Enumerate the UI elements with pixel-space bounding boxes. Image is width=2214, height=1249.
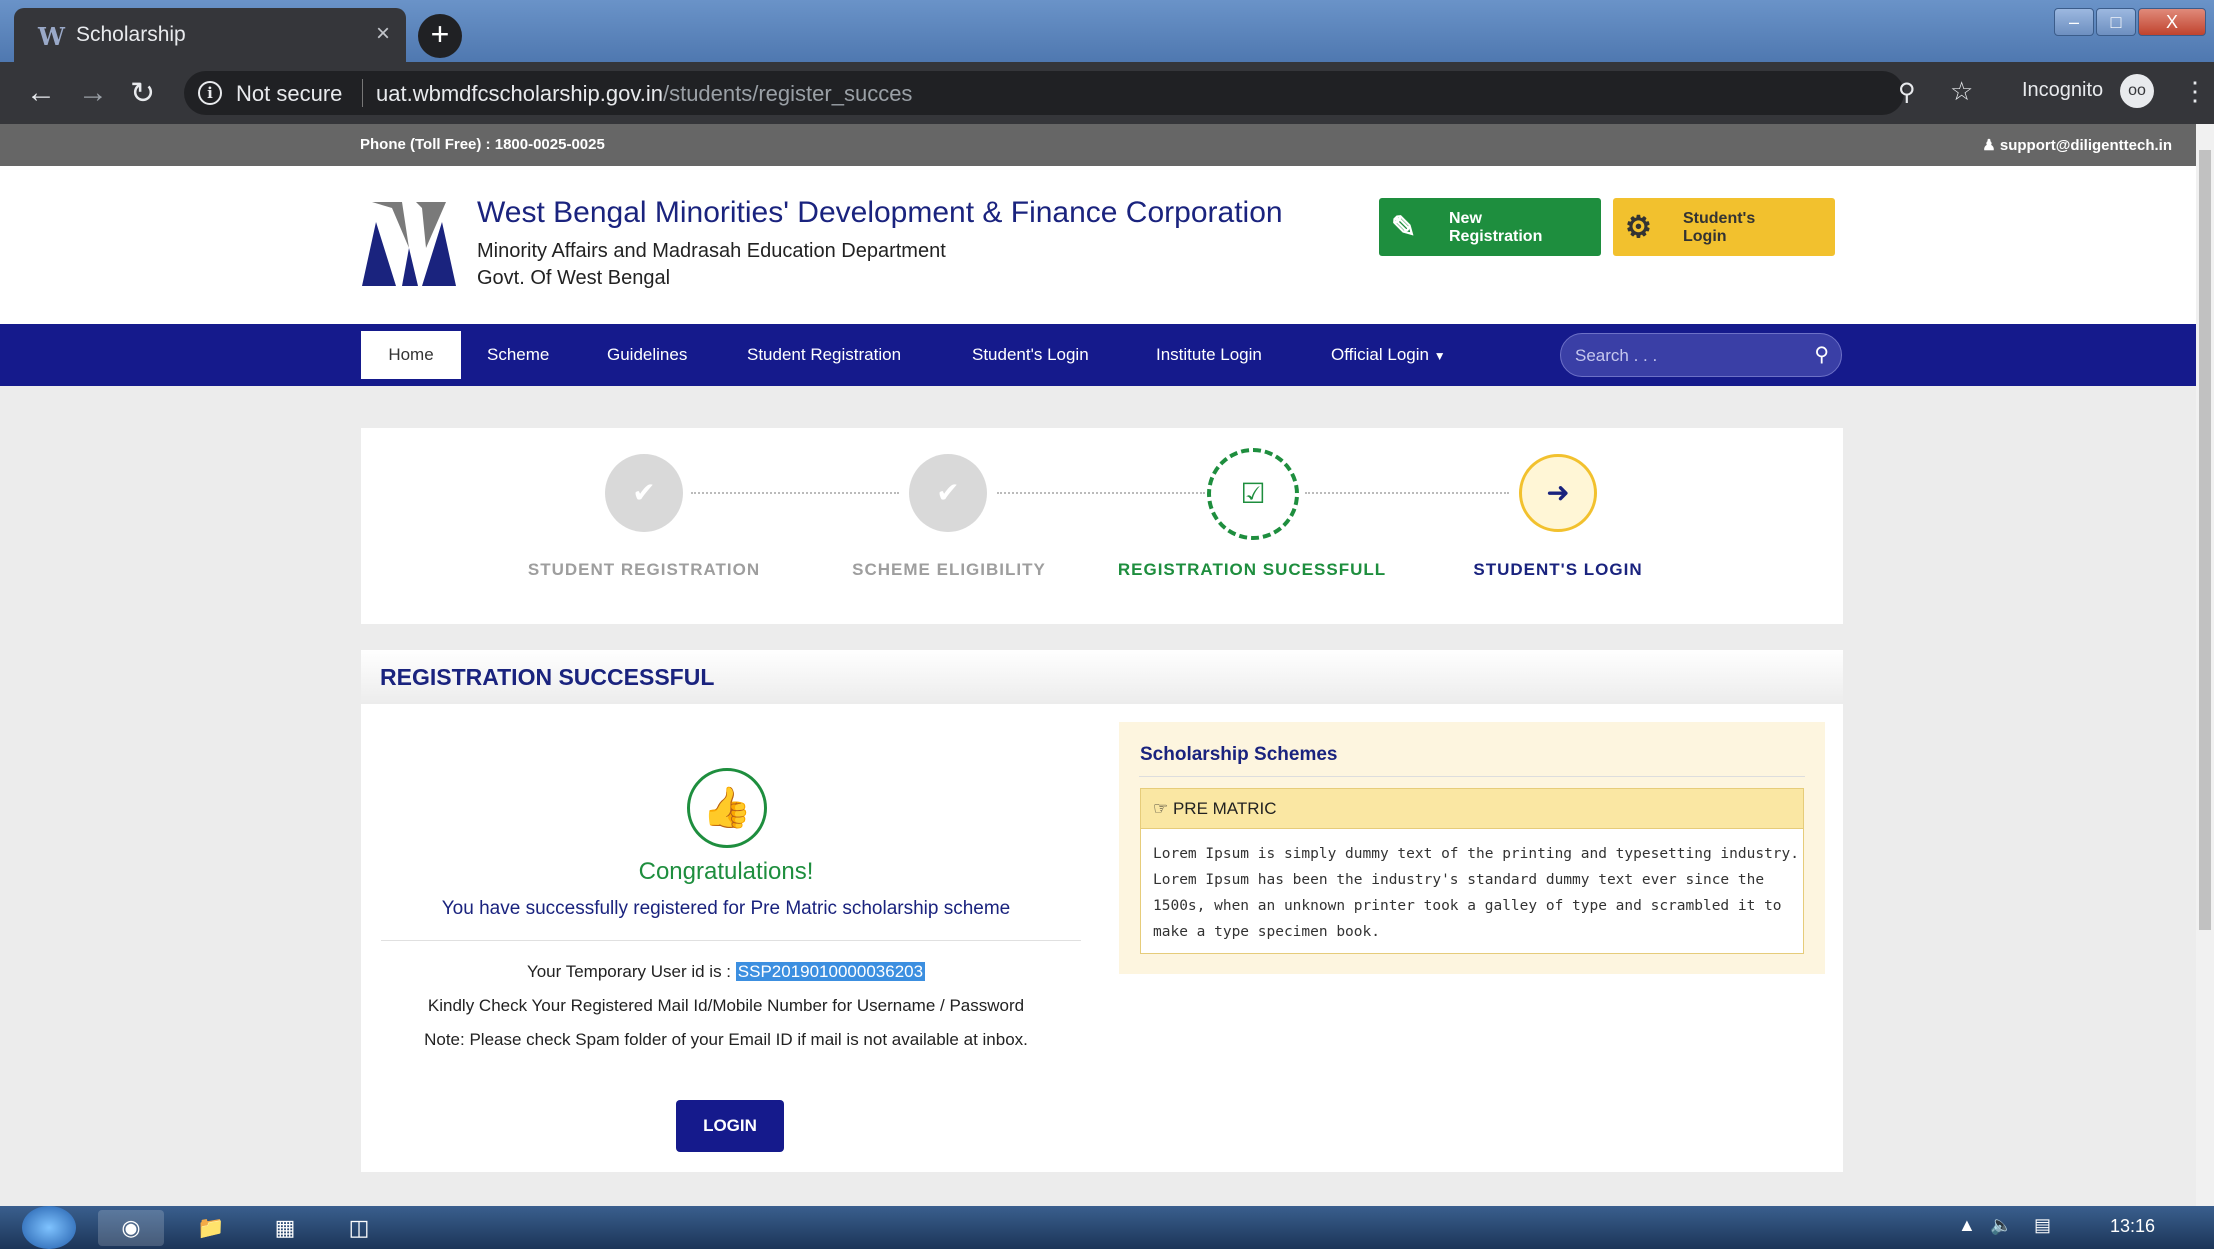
new-registration-button[interactable]: ✎ New Registration (1379, 198, 1601, 256)
login-button[interactable]: LOGIN (676, 1100, 784, 1152)
nav-official-login[interactable]: Official Login ▼ (1331, 324, 1446, 386)
scrollbar-thumb[interactable] (2199, 150, 2211, 930)
divider (362, 79, 363, 107)
registration-form-icon: ✎ (1391, 211, 1417, 244)
government-name: Govt. Of West Bengal (477, 267, 671, 289)
students-login-label: Student's Login (1683, 210, 1756, 245)
file-explorer-taskbar-icon[interactable]: 📁 (178, 1210, 244, 1246)
excel-taskbar-icon[interactable]: ◫ (326, 1210, 392, 1246)
windows-taskbar: ◉ 📁 ▦ ◫ ▲ 🔈 ▤ 13:16 (0, 1206, 2214, 1249)
scheme-item-title: PRE MATRIC (1172, 799, 1277, 818)
step-connector (1305, 492, 1509, 494)
result-heading: REGISTRATION SUCCESSFUL (380, 664, 715, 690)
scheme-item: ☞ PRE MATRIC Lorem Ipsum is simply dummy… (1140, 788, 1804, 954)
nav-students-login[interactable]: Student's Login (972, 324, 1089, 386)
site-header: West Bengal Minorities' Development & Fi… (0, 166, 2196, 324)
network-icon[interactable]: ▤ (2034, 1215, 2051, 1236)
zoom-icon[interactable]: ⚲ (1898, 78, 1916, 107)
scheme-item-description: Lorem Ipsum is simply dummy text of the … (1153, 846, 1800, 940)
nav-institute-login[interactable]: Institute Login (1156, 324, 1262, 386)
divider (1139, 776, 1805, 777)
scholarship-schemes-box: Scholarship Schemes ☞ PRE MATRIC Lorem I… (1119, 722, 1825, 974)
spam-note-text: Note: Please check Spam folder of your E… (424, 1030, 1028, 1049)
menu-kebab-icon[interactable]: ⋮ (2182, 76, 2208, 107)
support-email[interactable]: ♟ support@diligenttech.in (1982, 136, 2172, 154)
official-login-label: Official Login (1331, 345, 1429, 364)
minimize-window-button[interactable]: – (2054, 8, 2094, 36)
support-email-text: support@diligenttech.in (1999, 137, 2172, 154)
caret-down-icon: ▼ (1433, 349, 1446, 363)
nav-guidelines[interactable]: Guidelines (607, 324, 687, 386)
hand-pointer-icon: ☞ (1153, 799, 1173, 818)
back-arrow-icon[interactable]: ← (26, 76, 56, 110)
thumbs-up-icon: 👍 (687, 768, 767, 848)
incognito-icon[interactable]: oo (2120, 74, 2154, 108)
users-icon: ⚙ (1625, 211, 1652, 244)
contact-bar: Phone (Toll Free) : 1800-0025-0025 ♟ sup… (0, 124, 2196, 166)
students-login-button[interactable]: ⚙ Student's Login (1613, 198, 1835, 256)
page-scrollbar[interactable] (2196, 124, 2214, 1206)
step-students-login-sign-in-icon: ➜ (1519, 454, 1597, 532)
main-nav: Home Scheme Guidelines Student Registrat… (0, 324, 2196, 386)
check-mail-text: Kindly Check Your Registered Mail Id/Mob… (427, 996, 1025, 1015)
scheme-item-header[interactable]: ☞ PRE MATRIC (1141, 789, 1803, 829)
temporary-user-id[interactable]: SSP2019010000036203 (735, 962, 926, 981)
department-name: Minority Affairs and Madrasah Education … (477, 240, 946, 262)
result-panel-header: REGISTRATION SUCCESSFUL (361, 650, 1843, 704)
congratulations-text: Congratulations! (638, 858, 814, 885)
site-favicon-icon: W (38, 22, 65, 51)
forward-arrow-icon[interactable]: → (78, 76, 108, 110)
bookmark-star-icon[interactable]: ☆ (1950, 76, 1973, 107)
step-scheme-eligibility-check-icon: ✔ (909, 454, 987, 532)
browser-tab-strip: W Scholarship × + – □ X (0, 0, 2214, 62)
temporary-id-label: Your Temporary User id is : (526, 962, 732, 981)
search-input[interactable]: Search . . . ⚲ (1560, 333, 1842, 377)
success-message: You have successfully registered for Pre… (441, 898, 1011, 919)
schemes-title: Scholarship Schemes (1140, 744, 1338, 765)
org-name: West Bengal Minorities' Development & Fi… (477, 196, 1283, 229)
volume-icon[interactable]: 🔈 (1990, 1215, 2012, 1236)
chrome-taskbar-icon[interactable]: ◉ (98, 1210, 164, 1246)
taskbar-clock[interactable]: 13:16 (2110, 1216, 2155, 1237)
registration-progress: ✔ ✔ ☑ ➜ STUDENT REGISTRATION SCHEME ELIG… (361, 428, 1843, 624)
nav-scheme[interactable]: Scheme (487, 324, 549, 386)
show-hidden-icons-icon[interactable]: ▲ (1958, 1215, 1976, 1236)
step-label-student-registration: STUDENT REGISTRATION (527, 560, 761, 579)
user-icon: ♟ (1982, 137, 2000, 154)
nav-student-registration[interactable]: Student Registration (747, 324, 901, 386)
tab-title: Scholarship (76, 23, 186, 46)
url-host: uat.wbmdfcscholarship.gov.in (376, 81, 663, 106)
url-text[interactable]: uat.wbmdfcscholarship.gov.in/students/re… (376, 81, 912, 107)
url-path: /students/register_succes (662, 81, 913, 106)
step-label-registration-successful: REGISTRATION SUCESSFULL (1117, 560, 1387, 579)
close-window-button[interactable]: X (2138, 8, 2206, 36)
new-registration-label: New Registration (1449, 210, 1543, 245)
browser-tab[interactable]: W Scholarship × (14, 8, 406, 62)
step-student-registration-check-icon: ✔ (605, 454, 683, 532)
archive-app-taskbar-icon[interactable]: ▦ (252, 1210, 318, 1246)
toll-free-phone: Phone (Toll Free) : 1800-0025-0025 (360, 136, 605, 153)
search-placeholder: Search . . . (1575, 346, 1658, 365)
step-connector (691, 492, 899, 494)
incognito-label: Incognito (2022, 79, 2104, 101)
wbmdfc-logo[interactable] (362, 202, 456, 286)
start-button[interactable] (22, 1206, 76, 1249)
step-label-scheme-eligibility: SCHEME ELIGIBILITY (852, 560, 1046, 579)
new-tab-button[interactable]: + (418, 14, 462, 58)
maximize-window-button[interactable]: □ (2096, 8, 2136, 36)
step-connector (997, 492, 1205, 494)
result-panel: 👍 Congratulations! You have successfully… (361, 704, 1843, 1172)
nav-home[interactable]: Home (361, 331, 461, 379)
divider (381, 940, 1081, 941)
security-status[interactable]: Not secure (236, 81, 342, 107)
info-icon[interactable]: i (198, 81, 222, 105)
step-label-students-login: STUDENT'S LOGIN (1473, 560, 1643, 579)
browser-toolbar: ← → ↻ i Not secure uat.wbmdfcscholarship… (0, 62, 2214, 124)
reload-icon[interactable]: ↻ (130, 76, 155, 111)
tab-close-icon[interactable]: × (376, 20, 390, 48)
search-icon[interactable]: ⚲ (1814, 342, 1829, 367)
step-registration-success-check-square-icon: ☑ (1207, 448, 1299, 540)
temporary-id-line: Your Temporary User id is : SSP201901000… (361, 962, 1091, 982)
address-bar[interactable]: i Not secure uat.wbmdfcscholarship.gov.i… (184, 71, 1904, 115)
